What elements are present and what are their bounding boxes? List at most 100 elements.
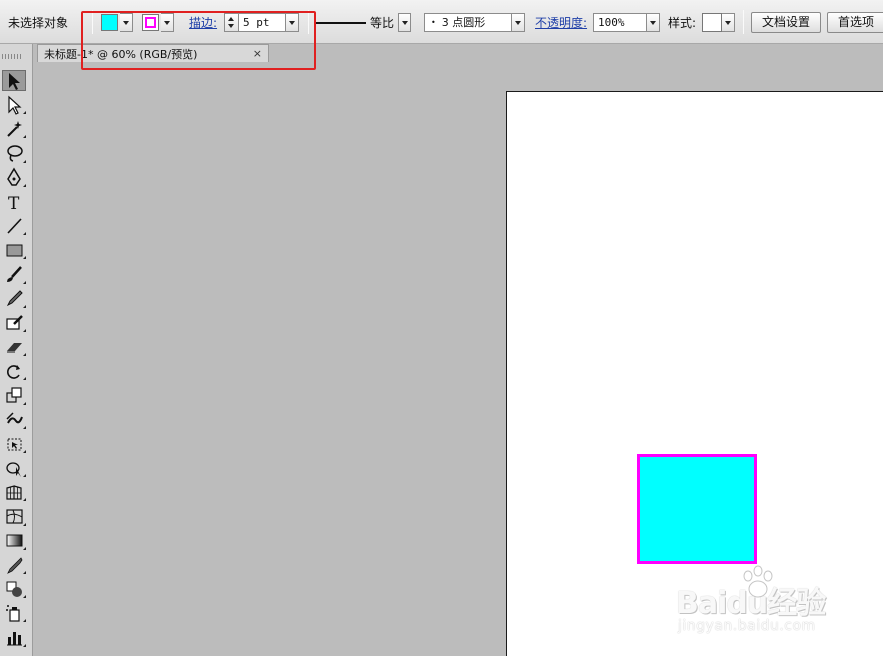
column-graph-tool[interactable]: [2, 627, 26, 648]
symbol-sprayer-tool[interactable]: [2, 602, 26, 623]
rotate-tool[interactable]: [2, 360, 26, 381]
eyedropper-icon: [7, 556, 23, 574]
rotate-icon: [7, 364, 20, 379]
tool-flyout-indicator-icon: [23, 643, 26, 647]
selection-tool[interactable]: [2, 70, 26, 91]
stroke-swatch-inner: [145, 17, 156, 28]
mesh-tool[interactable]: [2, 506, 26, 527]
blob-brush-icon: [6, 314, 23, 330]
pen-icon: [7, 167, 21, 187]
document-tab-title: 未标题-1* @ 60% (RGB/预览): [44, 47, 198, 61]
paintbrush-tool[interactable]: [2, 264, 26, 285]
selection-status: 未选择对象: [8, 16, 69, 30]
stroke-dropdown-arrow-icon[interactable]: [161, 13, 174, 32]
opacity-panel-link[interactable]: 不透明度:: [535, 12, 587, 33]
blob-brush-tool[interactable]: [2, 312, 26, 333]
tool-flyout-indicator-icon: [23, 111, 26, 115]
tool-flyout-indicator-icon: [23, 474, 26, 478]
scale-icon: [6, 387, 22, 403]
tool-flyout-indicator-icon: [23, 183, 26, 187]
tool-flyout-indicator-icon: [23, 522, 26, 526]
width-profile-control[interactable]: 等比: [316, 12, 412, 33]
preferences-button[interactable]: 首选项: [827, 12, 883, 33]
warp-tool[interactable]: [2, 409, 26, 430]
mesh-icon: [6, 509, 23, 524]
graphic-style-swatch[interactable]: [702, 13, 722, 32]
eraser-tool[interactable]: [2, 336, 26, 357]
opacity-control[interactable]: 100%: [593, 12, 660, 33]
stroke-swatch[interactable]: [142, 14, 159, 31]
graphic-style-dropdown-arrow-icon[interactable]: [722, 13, 735, 32]
width-profile-dropdown-arrow-icon[interactable]: [398, 13, 412, 32]
tool-flyout-indicator-icon: [23, 377, 26, 381]
control-bar: 未选择对象 描边: 5 pt 等比 • 3 点圆形 不透明度: 100% 样式:…: [0, 0, 883, 44]
panel-grip-icon[interactable]: [2, 54, 22, 59]
watermark: Baidu经验 jingyan.baidu.com: [676, 565, 876, 646]
document-tab[interactable]: 未标题-1* @ 60% (RGB/预览) ×: [37, 44, 269, 62]
perspective-grid-icon: [6, 485, 22, 500]
free-transform-tool[interactable]: [2, 433, 26, 454]
stroke-weight-dropdown-arrow-icon[interactable]: [286, 13, 299, 32]
tool-flyout-indicator-icon: [23, 401, 26, 405]
tools-panel: T: [0, 44, 33, 656]
svg-text:T: T: [8, 194, 20, 212]
pencil-tool[interactable]: [2, 288, 26, 309]
tool-flyout-indicator-icon: [23, 329, 26, 332]
gradient-tool[interactable]: [2, 530, 26, 551]
divider: [308, 10, 309, 34]
line-tool[interactable]: [2, 215, 26, 236]
shape-builder-tool[interactable]: [2, 457, 26, 478]
perspective-grid-tool[interactable]: [2, 481, 26, 502]
stroke-color-control[interactable]: [142, 12, 174, 33]
gradient-icon: [6, 534, 23, 547]
lasso-icon: [7, 145, 23, 162]
rectangle-shape[interactable]: [637, 454, 757, 564]
direct-selection-tool[interactable]: [2, 94, 26, 115]
tool-flyout-indicator-icon: [23, 232, 26, 236]
tool-flyout-indicator-icon: [23, 546, 26, 550]
eyedropper-tool[interactable]: [2, 554, 26, 575]
divider: [92, 10, 93, 34]
type-icon: T: [8, 194, 20, 212]
line-icon: [7, 218, 22, 234]
artboard[interactable]: [506, 91, 883, 656]
graphic-style-control[interactable]: [702, 12, 735, 33]
blend-icon: [6, 581, 22, 597]
document-tab-strip: 未标题-1* @ 60% (RGB/预览) ×: [34, 44, 883, 62]
fill-swatch[interactable]: [101, 14, 118, 31]
tool-flyout-indicator-icon: [23, 353, 26, 357]
fill-color-control[interactable]: [101, 12, 133, 33]
scale-tool[interactable]: [2, 385, 26, 406]
symbol-sprayer-icon: [6, 604, 20, 622]
tool-flyout-indicator-icon: [23, 450, 26, 453]
brush-definition-label: 3 点圆形: [441, 16, 486, 29]
brush-definition-field[interactable]: • 3 点圆形: [424, 13, 512, 32]
stroke-weight-field[interactable]: 5 pt: [238, 13, 286, 32]
width-profile-label: 等比: [370, 16, 395, 30]
opacity-field[interactable]: 100%: [593, 13, 647, 32]
close-icon[interactable]: ×: [253, 47, 262, 60]
tool-flyout-indicator-icon: [23, 256, 26, 260]
pen-tool[interactable]: [2, 167, 26, 188]
magic-wand-icon: [7, 120, 22, 137]
tool-flyout-indicator-icon: [23, 280, 26, 284]
stroke-weight-spinner-icon[interactable]: [224, 13, 238, 32]
hollow-arrow-icon: [8, 95, 22, 115]
brush-definition-control[interactable]: • 3 点圆形: [424, 12, 525, 33]
brush-definition-dropdown-arrow-icon[interactable]: [512, 13, 525, 32]
lasso-tool[interactable]: [2, 143, 26, 164]
free-transform-icon: [7, 438, 22, 450]
stroke-weight-control[interactable]: 5 pt: [224, 12, 299, 33]
stroke-panel-link[interactable]: 描边:: [189, 12, 217, 33]
rectangle-tool[interactable]: [2, 239, 26, 260]
blend-tool[interactable]: [2, 578, 26, 599]
type-tool[interactable]: T: [2, 191, 26, 212]
pencil-icon: [6, 290, 23, 307]
document-setup-button[interactable]: 文档设置: [751, 12, 822, 33]
paw-logo-icon: [743, 565, 773, 598]
warp-icon: [6, 412, 23, 424]
magic-wand-tool[interactable]: [2, 118, 26, 139]
fill-dropdown-arrow-icon[interactable]: [120, 13, 133, 32]
tool-flyout-indicator-icon: [23, 498, 26, 502]
opacity-dropdown-arrow-icon[interactable]: [647, 13, 660, 32]
